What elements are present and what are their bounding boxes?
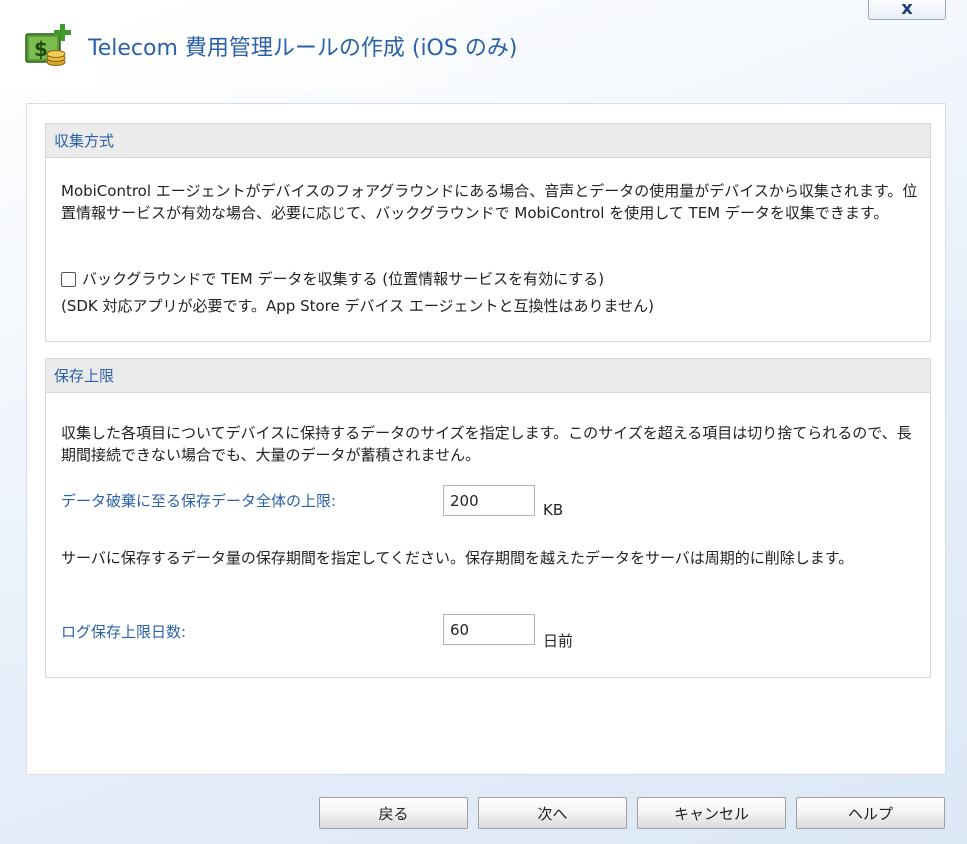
size-limit-input[interactable] xyxy=(443,485,535,516)
checkbox-label[interactable]: バックグラウンドで TEM データを収集する (位置情報サービスを有効にする) xyxy=(82,268,604,290)
background-collection-checkbox[interactable] xyxy=(61,271,76,287)
close-icon: x xyxy=(901,0,913,19)
next-button[interactable]: 次へ xyxy=(478,797,627,829)
close-button[interactable]: x xyxy=(868,0,946,20)
days-limit-input[interactable] xyxy=(443,614,535,645)
days-limit-label: ログ保存上限日数: xyxy=(61,623,187,641)
svg-text:$: $ xyxy=(34,37,48,61)
section-header: 保存上限 xyxy=(46,359,930,393)
back-button[interactable]: 戻る xyxy=(319,797,468,829)
retention-description: サーバに保存するデータ量の保存期間を指定してください。保存期間を越えたデータをサ… xyxy=(61,549,854,567)
collection-description: MobiControl エージェントがデバイスのフォアグラウンドにある場合、音声… xyxy=(61,182,918,222)
money-plus-icon: $ xyxy=(24,22,74,70)
section-header: 収集方式 xyxy=(46,124,930,158)
sdk-note: (SDK 対応アプリが必要です。App Store デバイス エージェントと互換… xyxy=(61,297,654,315)
storage-limit-section: 保存上限 収集した各項目についてデバイスに保持するデータのサイズを指定します。こ… xyxy=(45,358,931,678)
content-panel: 収集方式 MobiControl エージェントがデバイスのフォアグラウンドにある… xyxy=(26,103,946,775)
cancel-button[interactable]: キャンセル xyxy=(637,797,786,829)
size-unit: KB xyxy=(543,501,564,519)
size-description: 収集した各項目についてデバイスに保持するデータのサイズを指定します。このサイズを… xyxy=(61,424,912,464)
dialog-title: Telecom 費用管理ルールの作成 (iOS のみ) xyxy=(88,36,518,61)
size-limit-label: データ破棄に至る保存データ全体の上限: xyxy=(61,492,337,510)
days-unit: 日前 xyxy=(543,632,574,650)
collection-method-section: 収集方式 MobiControl エージェントがデバイスのフォアグラウンドにある… xyxy=(45,123,931,342)
help-button[interactable]: ヘルプ xyxy=(796,797,945,829)
background-collection-row[interactable]: バックグラウンドで TEM データを収集する (位置情報サービスを有効にする) xyxy=(61,268,604,290)
